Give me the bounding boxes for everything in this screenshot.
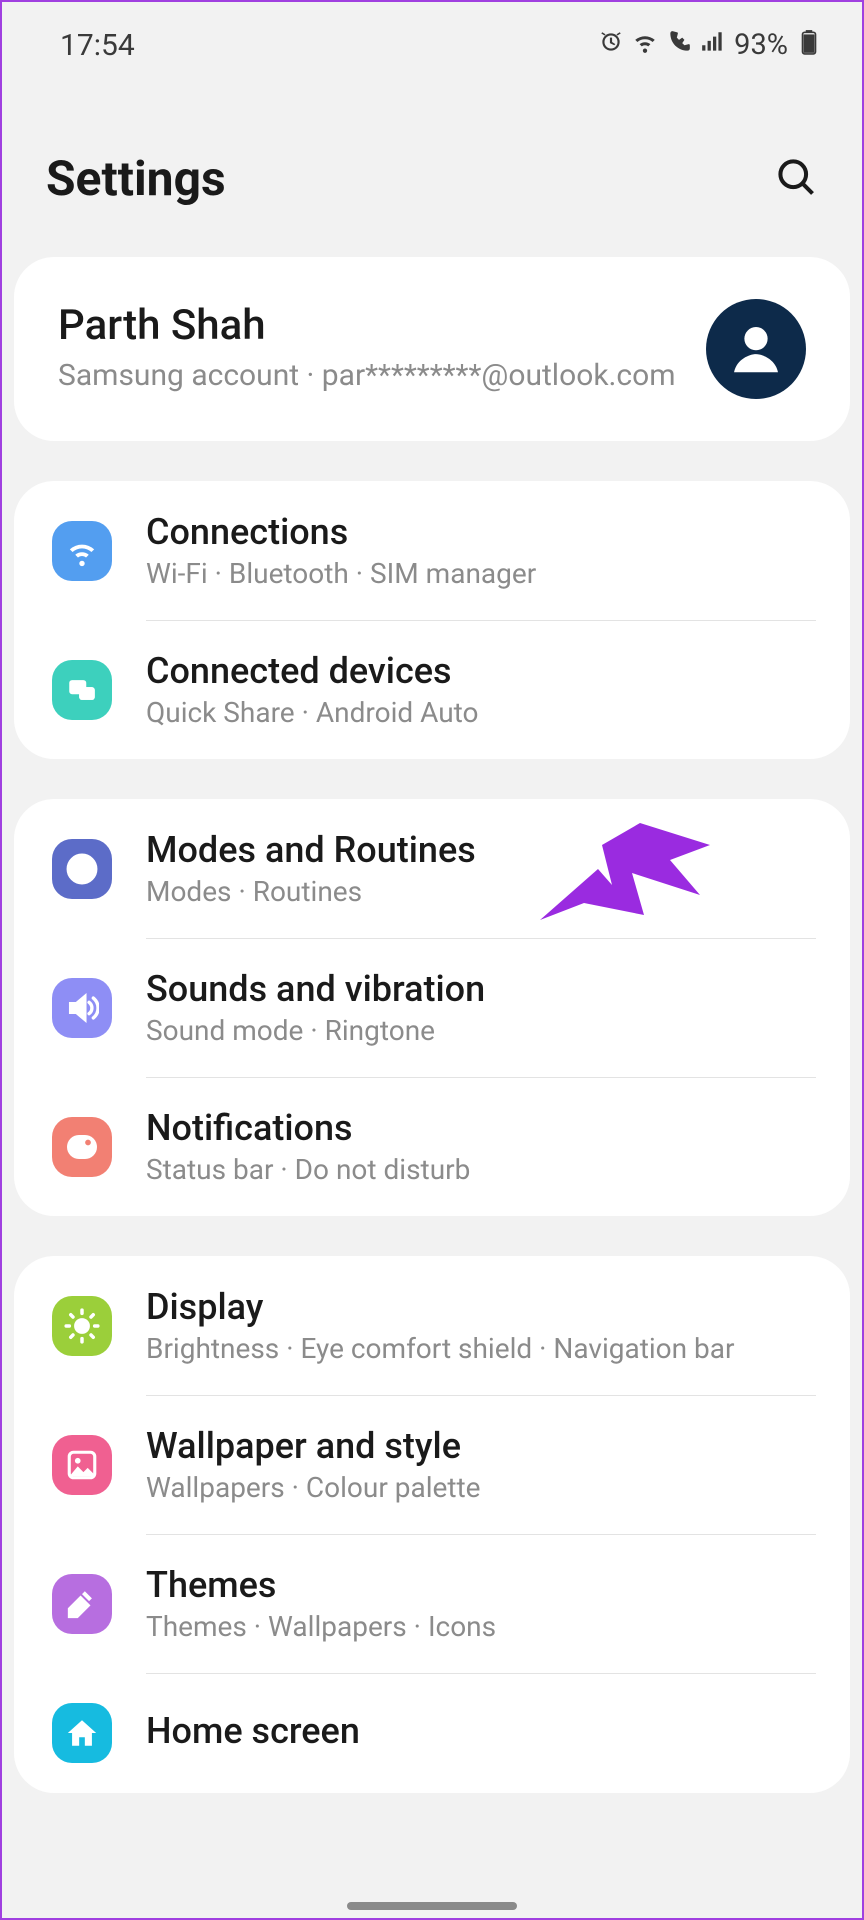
item-subtitle: Sound mode · Ringtone bbox=[146, 1014, 806, 1047]
account-card[interactable]: Parth Shah Samsung account · par********… bbox=[14, 257, 850, 441]
sounds-icon bbox=[52, 978, 112, 1038]
wallpaper-icon bbox=[52, 1435, 112, 1495]
battery-text: 93% bbox=[734, 28, 788, 62]
item-title: Connections bbox=[146, 511, 806, 553]
item-title: Home screen bbox=[146, 1710, 806, 1752]
status-bar: 17:54 93% bbox=[0, 0, 864, 80]
settings-item-connected[interactable]: Connected devices Quick Share · Android A… bbox=[14, 620, 850, 759]
alarm-icon bbox=[598, 28, 624, 63]
item-subtitle: Status bar · Do not disturb bbox=[146, 1153, 806, 1186]
themes-icon bbox=[52, 1574, 112, 1634]
status-right: 93% bbox=[598, 28, 822, 63]
item-subtitle: Brightness · Eye comfort shield · Naviga… bbox=[146, 1332, 806, 1365]
item-subtitle: Wi-Fi · Bluetooth · SIM manager bbox=[146, 557, 806, 590]
call-wifi-icon bbox=[666, 28, 692, 63]
item-title: Themes bbox=[146, 1564, 806, 1606]
settings-item-themes[interactable]: Themes Themes · Wallpapers · Icons bbox=[14, 1534, 850, 1673]
connected-icon bbox=[52, 660, 112, 720]
settings-item-display[interactable]: Display Brightness · Eye comfort shield ·… bbox=[14, 1256, 850, 1395]
account-item: Parth Shah Samsung account · par********… bbox=[14, 257, 850, 441]
item-title: Modes and Routines bbox=[146, 829, 806, 871]
nav-handle[interactable] bbox=[347, 1902, 517, 1910]
settings-item-sounds[interactable]: Sounds and vibration Sound mode · Rington… bbox=[14, 938, 850, 1077]
connections-icon bbox=[52, 521, 112, 581]
search-button[interactable] bbox=[774, 155, 818, 202]
item-subtitle: Wallpapers · Colour palette bbox=[146, 1471, 806, 1504]
modes-icon bbox=[52, 839, 112, 899]
status-time: 17:54 bbox=[60, 28, 135, 63]
item-subtitle: Modes · Routines bbox=[146, 875, 806, 908]
signal-icon bbox=[700, 28, 726, 63]
display-icon bbox=[52, 1296, 112, 1356]
item-title: Display bbox=[146, 1286, 806, 1328]
settings-group: Modes and Routines Modes · Routines Sounds… bbox=[14, 799, 850, 1216]
account-subtitle: Samsung account · par*********@outlook.c… bbox=[58, 356, 680, 397]
notifications-icon bbox=[52, 1117, 112, 1177]
search-icon bbox=[774, 187, 818, 202]
item-title: Wallpaper and style bbox=[146, 1425, 806, 1467]
item-subtitle: Themes · Wallpapers · Icons bbox=[146, 1610, 806, 1643]
item-title: Sounds and vibration bbox=[146, 968, 806, 1010]
item-title: Connected devices bbox=[146, 650, 806, 692]
settings-item-home[interactable]: Home screen bbox=[14, 1673, 850, 1793]
settings-item-wallpaper[interactable]: Wallpaper and style Wallpapers · Colour p… bbox=[14, 1395, 850, 1534]
item-subtitle: Quick Share · Android Auto bbox=[146, 696, 806, 729]
settings-group: Connections Wi-Fi · Bluetooth · SIM manag… bbox=[14, 481, 850, 759]
account-name: Parth Shah bbox=[58, 301, 680, 350]
settings-group: Display Brightness · Eye comfort shield ·… bbox=[14, 1256, 850, 1793]
item-title: Notifications bbox=[146, 1107, 806, 1149]
settings-item-modes[interactable]: Modes and Routines Modes · Routines bbox=[14, 799, 850, 938]
settings-item-connections[interactable]: Connections Wi-Fi · Bluetooth · SIM manag… bbox=[14, 481, 850, 620]
page-title: Settings bbox=[46, 150, 226, 207]
avatar bbox=[706, 299, 806, 399]
wifi-icon bbox=[632, 28, 658, 63]
battery-icon bbox=[796, 28, 822, 63]
page-header: Settings bbox=[0, 80, 864, 257]
home-icon bbox=[52, 1703, 112, 1763]
settings-item-notifications[interactable]: Notifications Status bar · Do not disturb bbox=[14, 1077, 850, 1216]
